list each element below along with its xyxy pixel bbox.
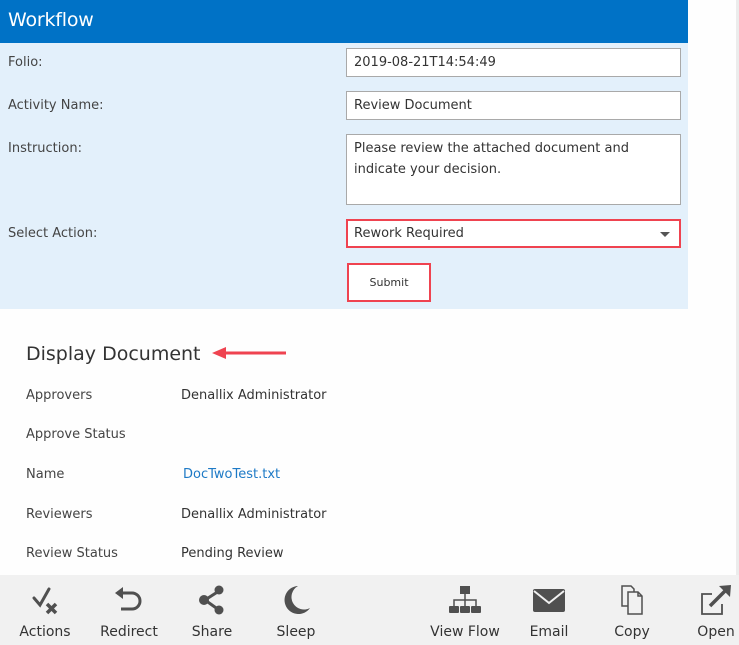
copy-button[interactable]: Copy [604, 575, 660, 645]
reviewers-label: Reviewers [26, 507, 93, 522]
select-action-dropdown[interactable]: Rework Required [346, 219, 681, 248]
flow-icon [447, 584, 483, 616]
open-label: Open [690, 624, 739, 640]
sleep-button[interactable]: Sleep [266, 575, 326, 645]
display-document-title: Display Document [26, 343, 201, 365]
open-external-icon [698, 584, 734, 616]
name-label: Name [26, 467, 64, 482]
review-status-value: Pending Review [181, 546, 283, 561]
bottom-toolbar: Actions Redirect Share Sleep [0, 575, 739, 645]
workflow-title: Workflow [0, 0, 688, 43]
page: Workflow Folio: 2019-08-21T14:54:49 Acti… [0, 0, 739, 645]
select-action-value: Rework Required [354, 226, 464, 241]
document-name-link[interactable]: DocTwoTest.txt [183, 467, 280, 482]
activity-name-label: Activity Name: [8, 98, 103, 113]
activity-name-field[interactable]: Review Document [346, 91, 681, 120]
select-action-label: Select Action: [8, 226, 97, 241]
annotation-arrow-icon [210, 345, 290, 361]
copy-label: Copy [604, 624, 660, 640]
envelope-icon [531, 584, 567, 616]
instruction-label: Instruction: [8, 141, 82, 156]
check-x-icon [27, 584, 63, 616]
sleep-label: Sleep [266, 624, 326, 640]
redirect-icon [111, 584, 147, 616]
actions-button[interactable]: Actions [14, 575, 76, 645]
folio-label: Folio: [8, 55, 43, 70]
approvers-label: Approvers [26, 388, 92, 403]
instruction-field[interactable]: Please review the attached document and … [346, 134, 681, 205]
actions-label: Actions [14, 624, 76, 640]
chevron-down-icon [660, 232, 670, 237]
reviewers-value: Denallix Administrator [181, 507, 327, 522]
review-status-label: Review Status [26, 546, 118, 561]
share-icon [194, 584, 230, 616]
folio-field[interactable]: 2019-08-21T14:54:49 [346, 48, 681, 77]
redirect-label: Redirect [96, 624, 162, 640]
moon-icon [278, 584, 314, 616]
share-button[interactable]: Share [182, 575, 242, 645]
view-flow-label: View Flow [426, 624, 504, 640]
submit-button[interactable]: Submit [347, 263, 431, 302]
email-button[interactable]: Email [520, 575, 578, 645]
approvers-value: Denallix Administrator [181, 388, 327, 403]
approve-status-label: Approve Status [26, 427, 126, 442]
display-document-section: Display Document Approvers Denallix Admi… [0, 309, 736, 575]
copy-icon [614, 584, 650, 616]
share-label: Share [182, 624, 242, 640]
redirect-button[interactable]: Redirect [96, 575, 162, 645]
email-label: Email [520, 624, 578, 640]
open-button[interactable]: Open [690, 575, 739, 645]
workflow-panel: Workflow Folio: 2019-08-21T14:54:49 Acti… [0, 0, 688, 309]
view-flow-button[interactable]: View Flow [426, 575, 504, 645]
